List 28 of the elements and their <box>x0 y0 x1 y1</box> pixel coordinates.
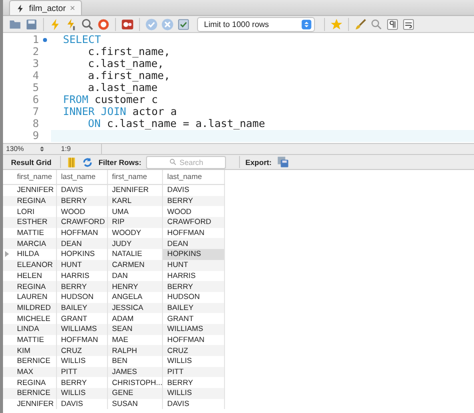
lightning-cursor-icon[interactable] <box>65 18 78 30</box>
wrap-icon[interactable] <box>402 18 415 30</box>
limit-dropdown[interactable]: Limit to 1000 rows <box>197 16 315 32</box>
stepper-icon <box>301 18 312 30</box>
refresh-icon[interactable] <box>82 156 94 168</box>
lightning-icon <box>16 4 25 12</box>
star-icon[interactable] <box>330 18 343 30</box>
columns-icon[interactable] <box>66 156 78 168</box>
export-icon[interactable] <box>276 156 289 168</box>
code-line: a.first_name, <box>87 70 172 82</box>
code-line: c.first_name, <box>87 46 172 58</box>
check-icon[interactable] <box>145 18 158 30</box>
search-icon <box>169 158 178 166</box>
code-line: c.last_name, <box>87 58 165 70</box>
code-line: a.last_name <box>88 82 159 94</box>
editor-tab[interactable]: film_actor × <box>9 0 82 15</box>
toggle-icon[interactable] <box>121 18 134 30</box>
code-line: FROM customer c <box>62 94 159 106</box>
brush-icon[interactable] <box>354 18 367 30</box>
stop-icon[interactable] <box>97 18 110 30</box>
paragraph-icon[interactable] <box>386 18 399 30</box>
checkbox-icon[interactable] <box>177 18 190 30</box>
code-line: SELECT <box>62 34 102 46</box>
magnifier-icon[interactable] <box>81 18 94 30</box>
code-line: INNER JOIN actor a <box>62 106 178 118</box>
code-line: ON c.last_name = a.last_name <box>87 118 266 130</box>
save-icon[interactable] <box>25 18 38 30</box>
stepper-icon[interactable] <box>38 145 46 153</box>
